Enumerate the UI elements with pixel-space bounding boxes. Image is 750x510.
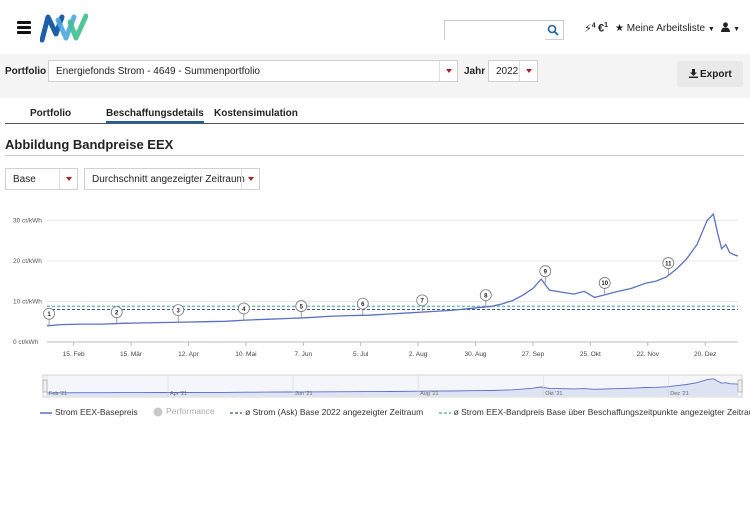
- tab-kostensimulation[interactable]: Kostensimulation: [214, 108, 298, 119]
- navigator-label: Aug '21: [420, 391, 438, 397]
- marker-label: 10: [601, 281, 608, 287]
- top-bar: ⚡4 €1 ★ Meine Arbeitsliste ▼ ▼: [0, 0, 750, 54]
- legend-dash-symbol: [438, 411, 451, 414]
- marker-label: 11: [665, 261, 672, 267]
- year-label: Jahr: [464, 66, 486, 77]
- y-tick-label: 10 ct/kWh: [13, 298, 42, 305]
- navigator-label: Jun '21: [295, 391, 313, 397]
- chevron-down-icon: [241, 169, 259, 189]
- power-alert-icon[interactable]: ⚡4: [584, 22, 596, 35]
- chevron-down-icon: [59, 169, 77, 189]
- year-select-value: 2022: [496, 66, 519, 77]
- chevron-down-icon: ▼: [707, 26, 715, 33]
- y-tick-label: 0 ct/kWh: [13, 339, 39, 346]
- tab-bar: Portfolio Beschaffungsdetails Kostensimu…: [5, 104, 744, 124]
- section-divider: [5, 155, 744, 156]
- x-tick-label: 7. Jun: [294, 351, 312, 358]
- product-select-value: Base: [13, 174, 36, 185]
- section-title: Abbildung Bandpreise EEX: [5, 137, 174, 152]
- brand-logo[interactable]: [40, 12, 88, 44]
- chevron-down-icon: [439, 61, 457, 81]
- legend-label: ø Strom (Ask) Base 2022 angezeigter Zeit…: [245, 406, 424, 417]
- x-tick-label: 30. Aug: [465, 351, 487, 358]
- period-select-value: Durchschnitt angezeigter Zeitraum: [92, 174, 245, 185]
- x-tick-label: 15. Mär: [120, 351, 143, 358]
- navigator-label: Dez '21: [670, 391, 688, 397]
- product-select[interactable]: Base: [5, 168, 78, 190]
- chart-legend: Strom EEX-Basepreis Performance ø Strom …: [40, 406, 750, 417]
- navigator-handle-left[interactable]: [42, 379, 48, 393]
- tab-beschaffungsdetails[interactable]: Beschaffungsdetails: [106, 108, 204, 123]
- watchlist-label: Meine Arbeitsliste: [626, 23, 706, 34]
- download-icon: [689, 69, 698, 78]
- star-icon: ★: [615, 23, 624, 34]
- search-input[interactable]: [445, 22, 545, 41]
- watchlist-menu[interactable]: ★ Meine Arbeitsliste ▼: [615, 23, 715, 34]
- portfolio-select[interactable]: Energiefonds Strom - 4649 - Summenportfo…: [48, 60, 458, 82]
- search-icon[interactable]: [547, 24, 559, 36]
- legend-label: Strom EEX-Basepreis: [55, 406, 138, 417]
- chevron-down-icon: [519, 61, 537, 81]
- y-tick-label: 30 ct/kWh: [13, 217, 42, 224]
- currency-alert-icon[interactable]: €1: [598, 22, 608, 35]
- legend-label: Performance: [166, 406, 215, 417]
- x-tick-label: 25. Okt: [580, 351, 601, 358]
- currency-alert-count: 1: [604, 22, 609, 29]
- power-alert-count: 4: [591, 22, 596, 30]
- navigator-label: Okt '21: [545, 391, 562, 397]
- x-tick-label: 10. Mai: [235, 351, 256, 358]
- navigator-handle-right[interactable]: [737, 379, 743, 393]
- legend-item-ask-average[interactable]: ø Strom (Ask) Base 2022 angezeigter Zeit…: [230, 407, 423, 417]
- search-field[interactable]: [444, 20, 564, 41]
- x-tick-label: 12. Apr: [178, 351, 199, 358]
- legend-dot-symbol: [153, 407, 163, 417]
- navigator-label: Apr '21: [170, 391, 187, 397]
- x-tick-label: 2. Aug: [409, 351, 428, 358]
- export-label: Export: [700, 69, 732, 80]
- y-tick-label: 20 ct/kWh: [13, 258, 42, 265]
- x-tick-label: 15. Feb: [63, 351, 85, 358]
- legend-dash-symbol: [230, 411, 243, 414]
- portfolio-select-value: Energiefonds Strom - 4649 - Summenportfo…: [56, 66, 260, 77]
- legend-line-symbol: [40, 411, 52, 414]
- x-tick-label: 5. Jul: [353, 351, 369, 358]
- export-button[interactable]: Export: [677, 61, 743, 87]
- legend-item-performance[interactable]: Performance: [153, 406, 215, 417]
- legend-item-eex-average[interactable]: ø Strom EEX-Bandpreis Base über Beschaff…: [438, 406, 750, 417]
- year-select[interactable]: 2022: [488, 60, 538, 82]
- menu-icon[interactable]: [17, 21, 31, 34]
- x-tick-label: 22. Nov: [637, 351, 660, 358]
- price-chart[interactable]: 30 ct/kWh 20 ct/kWh 10 ct/kWh 0 ct/kWh 15. F…: [0, 196, 750, 406]
- tab-portfolio[interactable]: Portfolio: [30, 108, 71, 119]
- user-icon: [721, 22, 730, 32]
- x-tick-label: 27. Sep: [522, 351, 545, 358]
- legend-item-basepreis[interactable]: Strom EEX-Basepreis: [40, 407, 138, 417]
- chevron-down-icon: ▼: [733, 26, 740, 33]
- period-select[interactable]: Durchschnitt angezeigter Zeitraum: [84, 168, 260, 190]
- x-tick-label: 20. Dez: [694, 351, 716, 358]
- user-menu[interactable]: ▼: [721, 22, 740, 34]
- navigator-label: Feb '21: [49, 391, 67, 397]
- legend-label: ø Strom EEX-Bandpreis Base über Beschaff…: [453, 406, 750, 417]
- portfolio-label: Portfolio: [5, 66, 47, 77]
